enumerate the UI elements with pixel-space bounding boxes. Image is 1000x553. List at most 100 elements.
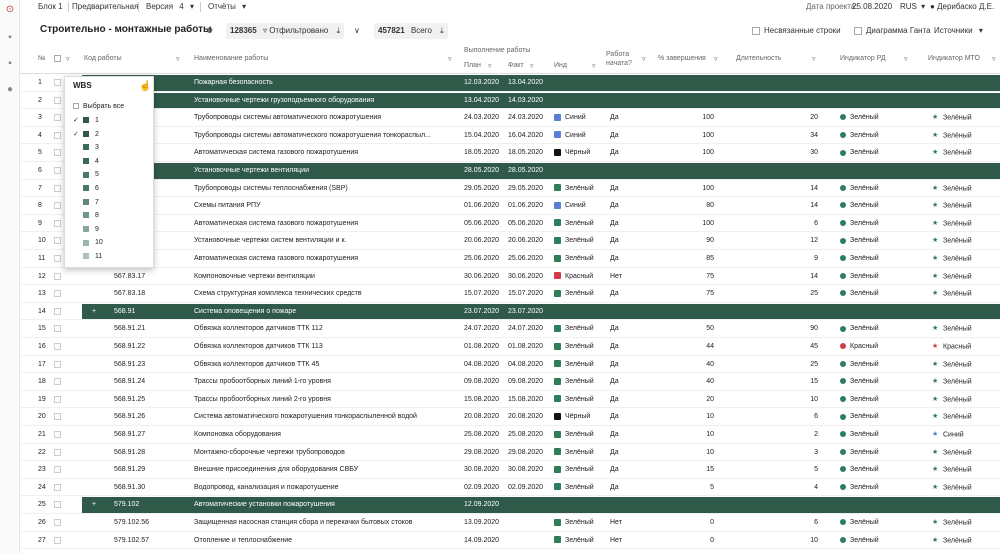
- wbs-item[interactable]: 6: [73, 183, 99, 195]
- col-plan[interactable]: План: [464, 62, 481, 69]
- table-group-row[interactable]: 1 Пожарная безопасность 12.03.2020 13.04.20…: [20, 74, 1000, 92]
- row-checkbox[interactable]: [54, 237, 61, 245]
- col-pct[interactable]: % завершения: [658, 55, 706, 62]
- row-checkbox[interactable]: [54, 501, 61, 509]
- nav-icon-settings[interactable]: ▪: [4, 58, 16, 70]
- gantt-checkbox[interactable]: [854, 26, 862, 35]
- filter-icon[interactable]: ▿: [642, 55, 646, 63]
- menu-block[interactable]: Блок 1: [38, 2, 63, 12]
- row-checkbox[interactable]: [54, 290, 61, 298]
- row-checkbox[interactable]: [54, 96, 61, 104]
- wbs-item[interactable]: 4: [73, 156, 99, 168]
- col-duration[interactable]: Длительность: [736, 55, 781, 62]
- table-row[interactable]: 12 567.83.17 Компоновочные чертежи вентиля…: [20, 268, 1000, 286]
- row-checkbox[interactable]: [54, 519, 61, 526]
- filtered-counter[interactable]: 128365 ▿ Отфильтровано ⤓: [226, 23, 345, 39]
- expand-chevron-icon[interactable]: ∨: [354, 23, 360, 39]
- unlinked-rows-toggle[interactable]: Несвязанные строки: [752, 23, 841, 39]
- row-checkbox[interactable]: [54, 167, 61, 174]
- filter-icon[interactable]: ▿: [176, 55, 180, 63]
- table-row[interactable]: 8 Схемы питания РПУ 01.06.2020 01.06.2020 Си…: [20, 197, 1000, 215]
- filter-icon[interactable]: ▿: [812, 55, 816, 63]
- gantt-toggle[interactable]: Диаграмма Ганта: [854, 23, 931, 39]
- filter-icon[interactable]: ▿: [904, 55, 908, 63]
- col-code[interactable]: Код работы: [84, 55, 122, 62]
- table-row[interactable]: 16 568.91.22 Обвязка коллекторов датчиков …: [20, 338, 1000, 356]
- row-checkbox[interactable]: [54, 131, 61, 139]
- row-checkbox[interactable]: [54, 272, 61, 280]
- header-checkbox[interactable]: [54, 55, 65, 62]
- table-row[interactable]: 7 Трубопроводы системы теплоснабжения (SB…: [20, 180, 1000, 198]
- table-group-row[interactable]: 25 +579.102 Автоматические установки пожар…: [20, 496, 1000, 514]
- row-checkbox[interactable]: [54, 149, 61, 157]
- filter-icon[interactable]: ▿: [448, 55, 452, 63]
- row-checkbox[interactable]: [54, 184, 61, 192]
- row-checkbox[interactable]: [54, 255, 61, 262]
- row-checkbox[interactable]: [54, 536, 61, 544]
- menu-preliminary[interactable]: Предварительная: [72, 2, 138, 12]
- table-row[interactable]: 22 568.91.28 Монтажно-сборочные чертежи тр…: [20, 444, 1000, 462]
- col-mto[interactable]: Индикатор МТО: [928, 55, 980, 62]
- row-checkbox[interactable]: [54, 483, 61, 491]
- unlinked-checkbox[interactable]: [752, 26, 760, 35]
- filter-icon[interactable]: ▿: [592, 62, 596, 70]
- table-row[interactable]: 18 568.91.24 Трассы пробоотборных линий 1-…: [20, 373, 1000, 391]
- row-checkbox[interactable]: [54, 466, 61, 474]
- table-row[interactable]: 4 Трубопроводы системы автоматического по…: [20, 127, 1000, 145]
- settings-gear-icon[interactable]: ⚙: [206, 23, 213, 39]
- row-checkbox[interactable]: [54, 114, 61, 122]
- table-group-row[interactable]: 14 +568.91 Система оповещения о пожаре 23.0…: [20, 303, 1000, 321]
- version-selector[interactable]: Версия 4 ▾: [146, 2, 194, 12]
- col-ind[interactable]: Инд: [554, 62, 567, 69]
- wbs-item[interactable]: 7: [73, 197, 99, 209]
- user-menu[interactable]: ● Дерибаско Д.Е.: [930, 2, 994, 12]
- table-row[interactable]: 15 568.91.21 Обвязка коллекторов датчиков …: [20, 320, 1000, 338]
- table-row[interactable]: 5 Автоматическая система газового пожарот…: [20, 144, 1000, 162]
- table-row[interactable]: 27 579.102.57 Отопление и теплоснабжение 14…: [20, 532, 1000, 550]
- app-logo-icon[interactable]: ⊙: [4, 4, 16, 16]
- filter-icon[interactable]: ▿: [488, 62, 492, 70]
- filter-icon[interactable]: ▿: [714, 55, 718, 63]
- row-checkbox[interactable]: [54, 325, 61, 333]
- wbs-item[interactable]: 10: [73, 237, 103, 249]
- table-row[interactable]: 17 568.91.23 Обвязка коллекторов датчиков …: [20, 356, 1000, 374]
- row-checkbox[interactable]: [54, 219, 61, 227]
- wbs-item[interactable]: 8: [73, 210, 99, 222]
- wbs-item[interactable]: 3: [73, 142, 99, 154]
- expand-plus-icon[interactable]: +: [92, 496, 96, 514]
- table-row[interactable]: 23 568.91.29 Внешние присоединения для обо…: [20, 461, 1000, 479]
- language-selector[interactable]: RUS ▾: [900, 2, 925, 12]
- table-row[interactable]: 24 568.91.30 Водопровод, канализация и пож…: [20, 479, 1000, 497]
- wbs-item[interactable]: ✓ 2: [73, 129, 99, 141]
- row-checkbox[interactable]: [54, 413, 61, 421]
- col-num[interactable]: №: [38, 55, 46, 62]
- filter-icon[interactable]: ▿: [530, 62, 534, 70]
- reports-menu[interactable]: Отчёты ▾: [208, 2, 246, 12]
- row-checkbox[interactable]: [54, 343, 61, 350]
- table-group-row[interactable]: 2 Установочные чертежи грузоподъемного об…: [20, 92, 1000, 110]
- table-row[interactable]: 10 Установочные чертежи систем вентиляции…: [20, 232, 1000, 250]
- wbs-item[interactable]: ✓ 1: [73, 115, 99, 127]
- filter-icon[interactable]: ▿: [992, 55, 996, 63]
- wbs-item[interactable]: 9: [73, 224, 99, 236]
- row-checkbox[interactable]: [54, 79, 61, 86]
- row-checkbox[interactable]: [54, 431, 61, 438]
- table-row[interactable]: 19 568.91.25 Трассы пробоотборных линий 2-…: [20, 391, 1000, 409]
- wbs-item[interactable]: 5: [73, 169, 99, 181]
- sources-dropdown[interactable]: Источники ▾: [934, 23, 983, 39]
- row-checkbox[interactable]: [54, 360, 61, 368]
- total-counter[interactable]: 457821 Всего ⤓: [374, 23, 448, 39]
- row-checkbox[interactable]: [54, 307, 61, 315]
- col-started[interactable]: Работа: [606, 51, 629, 58]
- download-icon[interactable]: ⤓: [337, 26, 341, 35]
- expand-plus-icon[interactable]: +: [92, 303, 96, 321]
- wbs-item[interactable]: 11: [73, 251, 102, 263]
- table-row[interactable]: 21 568.91.27 Компоновка оборудования 25.08.…: [20, 426, 1000, 444]
- col-fact[interactable]: Факт: [508, 62, 524, 69]
- row-checkbox[interactable]: [54, 378, 61, 386]
- table-row[interactable]: 26 579.102.56 Защищенная насосная станция …: [20, 514, 1000, 532]
- wbs-select-all[interactable]: Выбрать все: [73, 101, 124, 113]
- filter-icon[interactable]: ▿: [66, 55, 70, 63]
- download-icon[interactable]: ⤓: [440, 26, 444, 35]
- col-rd[interactable]: Индикатор РД: [840, 55, 886, 62]
